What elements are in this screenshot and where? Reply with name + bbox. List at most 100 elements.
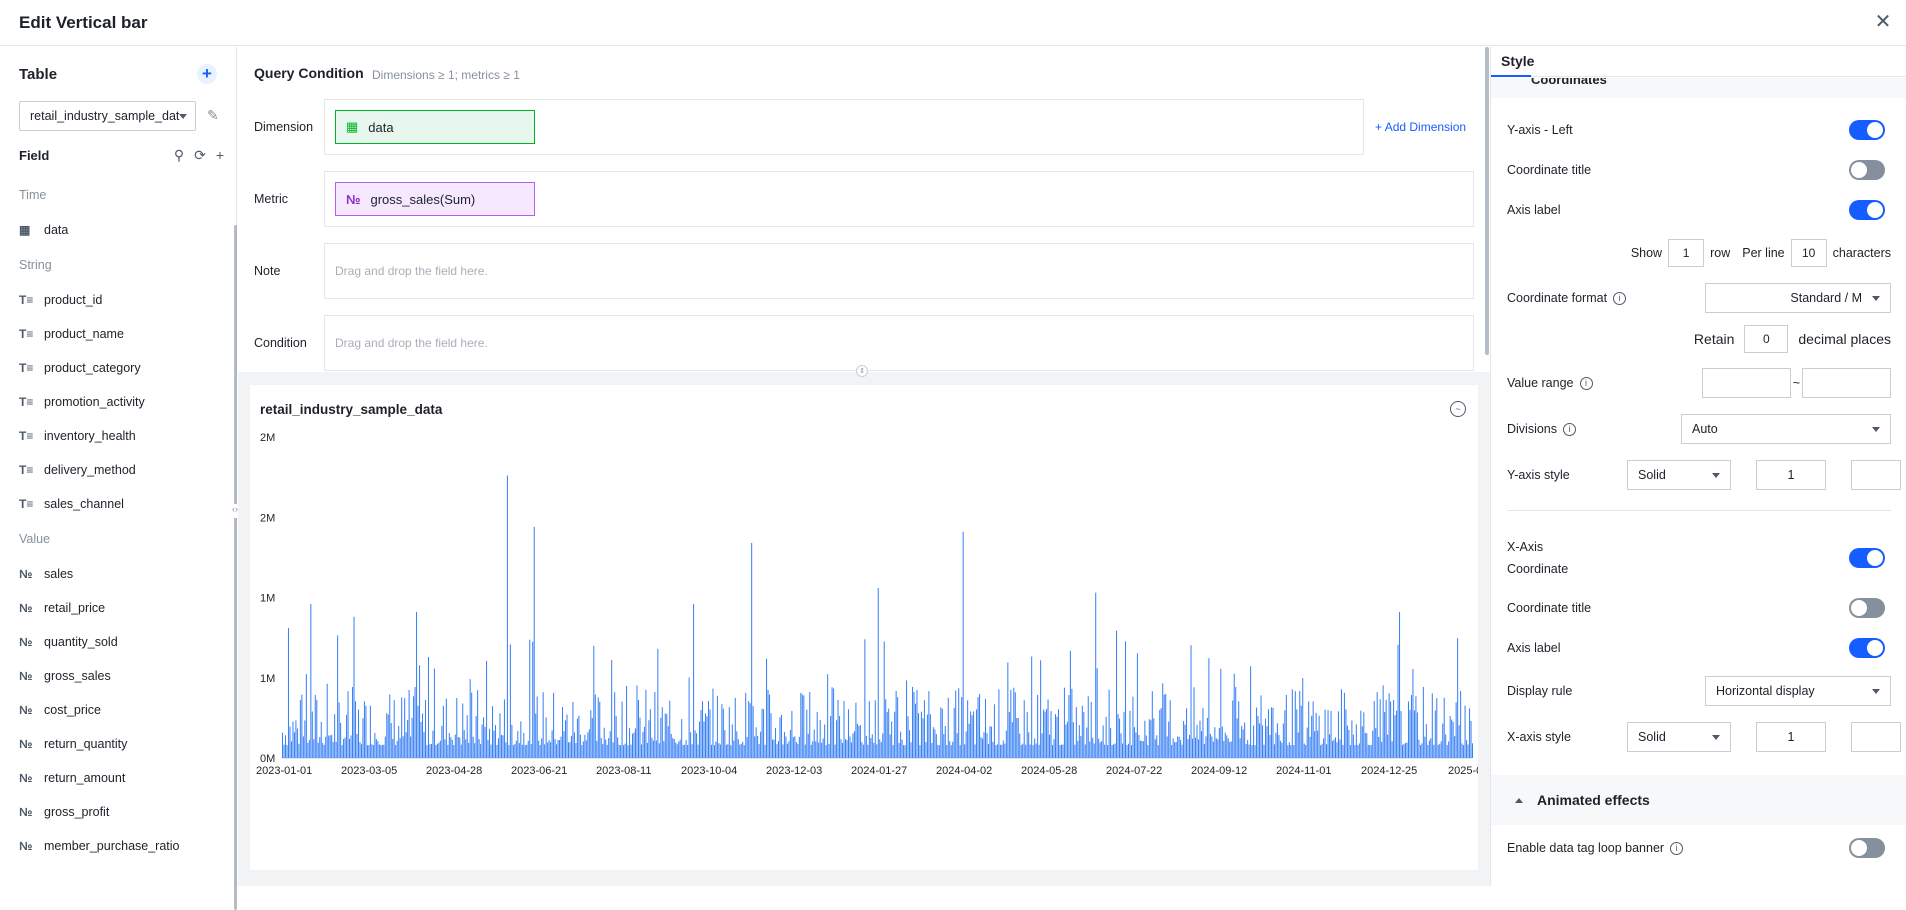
bar[interactable] <box>903 745 905 758</box>
bar[interactable] <box>704 713 707 758</box>
bar[interactable] <box>1299 690 1301 758</box>
bar[interactable] <box>1159 709 1161 758</box>
bar[interactable] <box>934 729 936 758</box>
bar[interactable] <box>502 735 504 758</box>
field-item-sales-channel[interactable]: T≡ sales_channel <box>19 487 229 521</box>
coord-title-toggle[interactable] <box>1849 160 1885 180</box>
bar[interactable] <box>967 700 969 758</box>
bar[interactable] <box>1183 721 1185 758</box>
bar[interactable] <box>672 738 674 758</box>
bar[interactable] <box>301 694 303 758</box>
bar[interactable] <box>1011 722 1013 758</box>
bar[interactable] <box>816 712 818 758</box>
bar[interactable] <box>1040 660 1042 758</box>
bar[interactable] <box>822 738 824 758</box>
bar[interactable] <box>736 731 738 758</box>
bar[interactable] <box>287 628 289 758</box>
bar[interactable] <box>1127 743 1129 758</box>
bar[interactable] <box>1043 709 1045 758</box>
bar[interactable] <box>1190 645 1192 758</box>
bar[interactable] <box>329 735 331 758</box>
bar[interactable] <box>562 707 564 758</box>
bar[interactable] <box>520 721 522 758</box>
bar[interactable] <box>1050 711 1052 758</box>
animated-effects-header[interactable]: Animated effects <box>1491 775 1906 825</box>
bar[interactable] <box>1457 638 1459 758</box>
bar[interactable] <box>311 711 313 758</box>
bar[interactable] <box>623 745 625 758</box>
bar[interactable] <box>844 739 847 758</box>
bar[interactable] <box>1434 710 1436 758</box>
bar[interactable] <box>597 697 599 758</box>
bar[interactable] <box>932 727 934 758</box>
bar[interactable] <box>594 694 596 758</box>
bar[interactable] <box>1440 741 1442 758</box>
bar[interactable] <box>919 745 921 758</box>
bar[interactable] <box>1238 701 1240 758</box>
bar[interactable] <box>1372 730 1374 758</box>
bar[interactable] <box>1327 710 1329 758</box>
bar[interactable] <box>737 739 739 758</box>
bar[interactable] <box>761 708 763 758</box>
bar[interactable] <box>1460 691 1462 758</box>
search-icon[interactable]: ⚲ <box>174 147 184 164</box>
bar[interactable] <box>357 709 359 758</box>
bar[interactable] <box>702 701 704 758</box>
bar[interactable] <box>420 721 422 758</box>
bar[interactable] <box>1376 692 1378 758</box>
bar[interactable] <box>1239 738 1241 758</box>
bar[interactable] <box>1162 683 1164 758</box>
bar[interactable] <box>789 730 791 758</box>
bar[interactable] <box>517 730 519 758</box>
bar[interactable] <box>965 731 967 758</box>
bar[interactable] <box>1096 668 1098 758</box>
bar[interactable] <box>1385 699 1387 758</box>
bar[interactable] <box>410 736 412 758</box>
bar[interactable] <box>928 691 930 758</box>
bar[interactable] <box>1025 744 1027 758</box>
bar[interactable] <box>1230 741 1232 758</box>
bar[interactable] <box>615 716 617 758</box>
bar[interactable] <box>630 744 632 758</box>
bar[interactable] <box>1403 744 1405 758</box>
bar[interactable] <box>1241 725 1243 758</box>
bar[interactable] <box>389 694 391 759</box>
bar[interactable] <box>591 717 593 758</box>
bar[interactable] <box>880 742 882 758</box>
bar[interactable] <box>1165 694 1167 758</box>
bar[interactable] <box>938 745 940 758</box>
bar[interactable] <box>1399 611 1401 758</box>
bar[interactable] <box>468 742 470 758</box>
bar[interactable] <box>782 744 784 758</box>
bar[interactable] <box>1016 717 1018 758</box>
bar[interactable] <box>648 720 650 758</box>
bar[interactable] <box>952 741 954 758</box>
bar[interactable] <box>728 707 730 758</box>
bar[interactable] <box>374 732 376 758</box>
bar[interactable] <box>332 741 334 758</box>
bar[interactable] <box>1445 734 1447 758</box>
bar[interactable] <box>299 700 301 758</box>
bar[interactable] <box>426 745 428 758</box>
bar[interactable] <box>515 740 517 758</box>
bar[interactable] <box>982 738 984 758</box>
bar[interactable] <box>487 739 489 758</box>
bar[interactable] <box>298 743 300 758</box>
bar[interactable] <box>416 611 418 758</box>
bar[interactable] <box>365 705 367 758</box>
bar[interactable] <box>1378 736 1380 758</box>
bar[interactable] <box>865 735 867 758</box>
bar[interactable] <box>459 737 461 758</box>
bar[interactable] <box>855 702 857 758</box>
x-coord-title-toggle[interactable] <box>1849 598 1885 618</box>
bar[interactable] <box>1157 745 1159 758</box>
bar[interactable] <box>1463 745 1465 758</box>
bar[interactable] <box>734 697 736 758</box>
bar[interactable] <box>1087 696 1089 758</box>
bar[interactable] <box>926 714 928 758</box>
bar[interactable] <box>746 737 748 758</box>
bar[interactable] <box>1035 743 1037 758</box>
bar[interactable] <box>497 738 499 758</box>
bar[interactable] <box>833 688 835 758</box>
bar[interactable] <box>398 725 400 758</box>
